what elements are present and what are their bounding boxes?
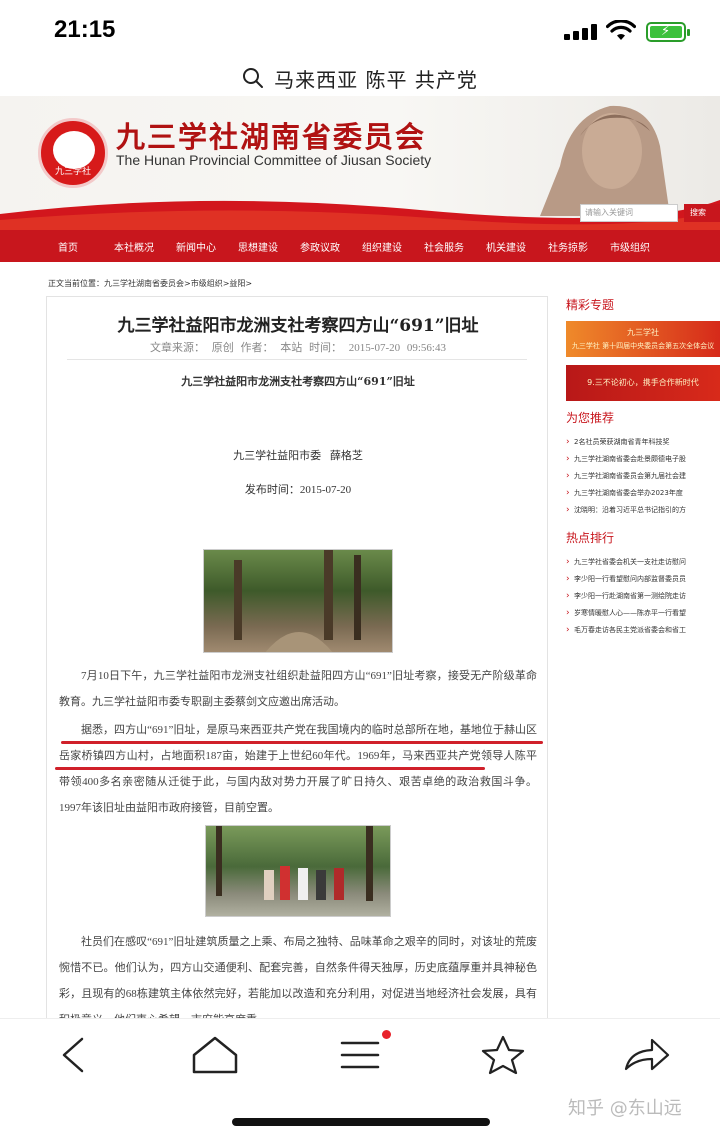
featured-heading: 精彩专题 bbox=[566, 298, 615, 312]
article-photo-trees bbox=[203, 549, 393, 653]
battery-charging-icon: ⚡ bbox=[646, 22, 690, 42]
red-underline-mark-1 bbox=[61, 741, 543, 744]
recommend-list: 2名社员荣获湖南省青年科技奖 九三学社湖南省委会赴景颇德电子股 九三学社湖南省委… bbox=[566, 434, 720, 519]
article-paragraph-3: 社员们在感叹“691”旧址建筑质量之上乘、布局之独特、品味革命之艰辛的同时，对该… bbox=[59, 936, 537, 1025]
home-icon[interactable] bbox=[190, 1035, 240, 1075]
search-query: 马来西亚 陈平 共产党 bbox=[274, 67, 478, 92]
status-bar: 21:15 ⚡ bbox=[0, 0, 720, 60]
nav-item-organization[interactable]: 组织建设 bbox=[362, 239, 402, 254]
cellular-signal-icon bbox=[564, 24, 598, 40]
nav-item-home[interactable]: 首页 bbox=[58, 239, 78, 254]
nav-item-gallery[interactable]: 社务掠影 bbox=[548, 239, 588, 254]
jiusan-logo[interactable]: 九三学社 bbox=[38, 118, 108, 188]
article-title: 九三学社益阳市龙洲支社考察四方山“691”旧址 bbox=[117, 316, 479, 336]
article-divider bbox=[67, 359, 527, 360]
search-bar[interactable]: 马来西亚 陈平 共产党 bbox=[0, 60, 720, 96]
hot-heading: 热点排行 bbox=[566, 531, 615, 545]
promo-banner-2[interactable]: 9.三不论初心，携手合作新时代 bbox=[566, 365, 720, 401]
site-subtitle: The Hunan Provincial Committee of Jiusan… bbox=[116, 152, 432, 168]
star-icon[interactable] bbox=[478, 1035, 528, 1075]
nav-item-ideology[interactable]: 思想建设 bbox=[238, 239, 278, 254]
main-nav: 首页 本社概况 新闻中心 思想建设 参政议政 组织建设 社会服务 机关建设 社务… bbox=[0, 230, 720, 262]
promo-banner-1[interactable]: 九三学社 九三学社 第十四届中央委员会第五次全体会议 bbox=[566, 321, 720, 357]
watermark: 知乎 @东山远 bbox=[568, 1098, 682, 1119]
hot-item[interactable]: 李少阳一行赴湖南省第一测绘院走访 bbox=[566, 588, 720, 605]
search-icon bbox=[243, 68, 264, 88]
recommend-item[interactable]: 2名社员荣获湖南省青年科技奖 bbox=[566, 434, 720, 451]
sidebar: 精彩专题 九三学社 九三学社 第十四届中央委员会第五次全体会议 9.三不论初心，… bbox=[566, 296, 720, 649]
home-indicator[interactable] bbox=[232, 1118, 490, 1126]
site-banner: 九三学社 九三学社湖南省委员会 The Hunan Provincial Com… bbox=[0, 96, 720, 230]
nav-item-news[interactable]: 新闻中心 bbox=[176, 239, 216, 254]
hot-item[interactable]: 九三学社省委会机关一支社走访慰问 bbox=[566, 554, 720, 571]
recommend-item[interactable]: 九三学社湖南省委员会第九届社会建 bbox=[566, 468, 720, 485]
site-title: 九三学社湖南省委员会 bbox=[116, 120, 427, 154]
recommend-heading: 为您推荐 bbox=[566, 411, 615, 425]
recommend-item[interactable]: 沈晓明：沿着习近平总书记指引的方 bbox=[566, 502, 720, 519]
nav-item-social-service[interactable]: 社会服务 bbox=[424, 239, 464, 254]
status-time: 21:15 bbox=[54, 16, 116, 43]
article-author: 九三学社益阳市委 薛格芝 bbox=[233, 450, 363, 462]
site-search-button[interactable]: 搜索 bbox=[684, 204, 720, 222]
recommend-item[interactable]: 九三学社湖南省委会举办2023年度 bbox=[566, 485, 720, 502]
site-search-input[interactable]: 请输入关键词 bbox=[580, 204, 678, 222]
article-meta: 文章来源： 原创 作者： 本站 时间： 2015-07-20 09:56:43 bbox=[150, 342, 446, 354]
nav-item-overview[interactable]: 本社概况 bbox=[114, 239, 154, 254]
wifi-icon bbox=[606, 20, 636, 40]
notification-dot bbox=[382, 1030, 391, 1039]
statue-image bbox=[540, 105, 670, 216]
article-subtitle: 九三学社益阳市龙洲支社考察四方山“691”旧址 bbox=[181, 375, 415, 388]
article-card: 九三学社益阳市龙洲支社考察四方山“691”旧址 文章来源： 原创 作者： 本站 … bbox=[46, 296, 548, 1026]
article-pubtime: 发布时间：2015-07-20 bbox=[244, 484, 352, 496]
nav-item-politics[interactable]: 参政议政 bbox=[300, 239, 340, 254]
article-photo-group bbox=[205, 825, 391, 917]
red-underline-mark-2 bbox=[55, 767, 485, 770]
hot-item[interactable]: 毛万春走访各民主党派省委会和省工 bbox=[566, 622, 720, 639]
back-arrow-icon[interactable] bbox=[48, 1035, 98, 1075]
hot-item[interactable]: 李少阳一行看望慰问内部监督委员员 bbox=[566, 571, 720, 588]
menu-icon[interactable] bbox=[336, 1035, 386, 1075]
share-icon[interactable] bbox=[622, 1035, 672, 1075]
nav-item-city-org[interactable]: 市级组织 bbox=[610, 239, 650, 254]
breadcrumb: 正文当前位置：九三学社湖南省委员会>市级组织>益阳> bbox=[48, 279, 253, 288]
nav-item-office[interactable]: 机关建设 bbox=[486, 239, 526, 254]
recommend-item[interactable]: 九三学社湖南省委会赴景颇德电子股 bbox=[566, 451, 720, 468]
hot-list: 九三学社省委会机关一支社走访慰问 李少阳一行看望慰问内部监督委员员 李少阳一行赴… bbox=[566, 554, 720, 639]
hot-item[interactable]: 岁寒情暖慰人心——陈赤平一行看望 bbox=[566, 605, 720, 622]
article-paragraph-1: 7月10日下午，九三学社益阳市龙洲支社组织赴益阳四方山“691”旧址考察，接受无… bbox=[59, 670, 537, 708]
